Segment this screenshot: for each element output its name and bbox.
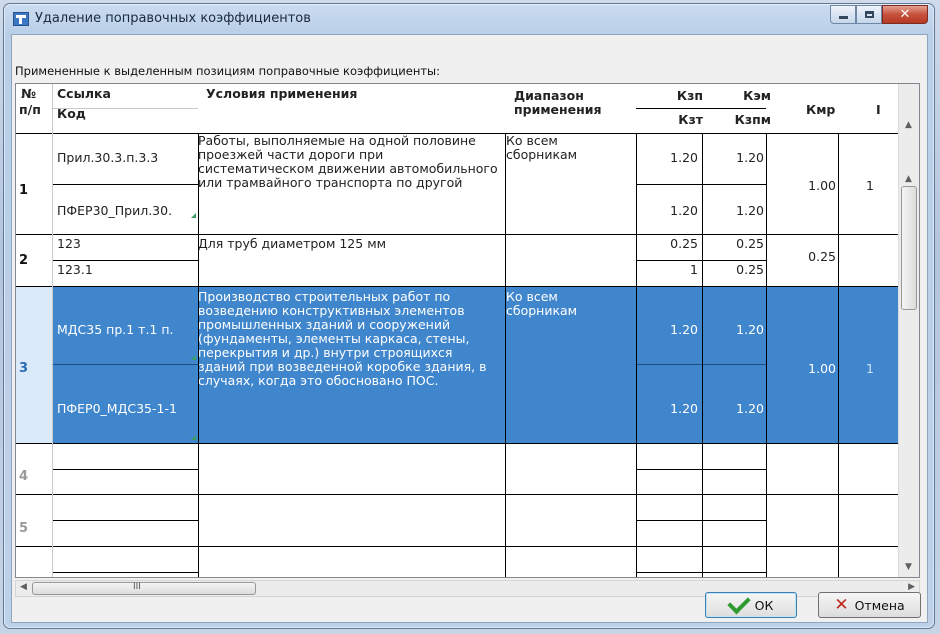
dialog-client-area: Примененные к выделенным позициям поправ… bbox=[11, 34, 928, 623]
grid-line bbox=[636, 572, 766, 573]
grid-line bbox=[636, 469, 766, 470]
vertical-scroll-thumb[interactable] bbox=[901, 186, 917, 310]
cell-link[interactable]: Прил.30.3.п.3.3 bbox=[57, 151, 158, 165]
header-no[interactable]: № bbox=[21, 87, 36, 101]
grid-line bbox=[636, 260, 766, 261]
row-number[interactable]: 5 bbox=[19, 522, 28, 536]
cell-link[interactable]: МДС35 пр.1 т.1 п. bbox=[57, 323, 174, 337]
cell-code[interactable]: ПФЕР30_Прил.30. bbox=[57, 204, 172, 218]
cell-kzt[interactable]: 1.20 bbox=[638, 204, 698, 218]
grid-line bbox=[636, 364, 766, 365]
scroll-left-icon[interactable]: ◀ bbox=[20, 582, 27, 592]
grid-line bbox=[636, 184, 766, 185]
cell-link[interactable]: 123 bbox=[57, 237, 81, 251]
header-range-2[interactable]: применения bbox=[514, 103, 602, 117]
scroll-right-icon[interactable]: ▶ bbox=[908, 582, 915, 592]
maximize-icon bbox=[864, 11, 874, 18]
scroll-down-icon[interactable]: ▼ bbox=[905, 562, 912, 572]
grid-line bbox=[53, 469, 198, 470]
edit-marker-icon bbox=[191, 435, 196, 440]
cell-conditions[interactable]: Работы, выполняемые на одной половине пр… bbox=[198, 134, 503, 190]
row-number[interactable]: 2 bbox=[19, 254, 28, 268]
grid-line bbox=[52, 84, 53, 577]
row-number[interactable]: 4 bbox=[19, 470, 28, 484]
grid-line bbox=[838, 133, 839, 577]
row-number[interactable]: 1 bbox=[19, 184, 28, 198]
minimize-button[interactable] bbox=[830, 5, 856, 24]
horizontal-scroll-thumb[interactable]: III bbox=[32, 582, 256, 595]
grid-line bbox=[53, 108, 198, 109]
header-kzpm[interactable]: Кзпм bbox=[709, 113, 771, 127]
grid-header: № п/п Ссылка Код Условия применения Диап… bbox=[16, 84, 898, 134]
cell-kmr[interactable]: 1.00 bbox=[776, 179, 836, 193]
scroll-up-icon[interactable]: ▲ bbox=[905, 120, 912, 130]
header-range[interactable]: Диапазон bbox=[514, 89, 584, 103]
grid-caption: Примененные к выделенным позициям поправ… bbox=[15, 64, 441, 78]
title-bar: Удаление поправочных коэффициентов ✕ bbox=[4, 4, 934, 34]
scroll-up-icon[interactable]: ▲ bbox=[905, 174, 912, 184]
minimize-icon bbox=[838, 16, 848, 19]
header-link[interactable]: Ссылка bbox=[57, 87, 111, 101]
vertical-scrollbar[interactable]: ▲ ▲ ▼ bbox=[898, 84, 919, 577]
cell-kem[interactable]: 0.25 bbox=[704, 237, 764, 251]
grid-line bbox=[636, 108, 766, 109]
checkmark-icon bbox=[726, 590, 751, 614]
cell-kzt[interactable]: 1 bbox=[638, 263, 698, 277]
header-kmr[interactable]: Кмр bbox=[806, 103, 835, 117]
cell-kzpm[interactable]: 0.25 bbox=[704, 263, 764, 277]
header-more[interactable]: I bbox=[876, 103, 881, 117]
cell-code[interactable]: 123.1 bbox=[57, 263, 93, 277]
header-kzp[interactable]: Кзп bbox=[646, 89, 703, 103]
grid-line bbox=[636, 520, 766, 521]
cell-range[interactable]: Ко всем сборникам bbox=[506, 290, 626, 318]
cell-kmr[interactable]: 1.00 bbox=[776, 362, 836, 376]
grid-line bbox=[702, 133, 703, 577]
grid-line bbox=[636, 133, 637, 577]
maximize-button[interactable] bbox=[856, 5, 882, 24]
cell-more[interactable]: 1 bbox=[866, 362, 874, 376]
cancel-button-label: Отмена bbox=[854, 597, 905, 613]
cell-kzp[interactable]: 1.20 bbox=[638, 151, 698, 165]
scroll-grip-icon: III bbox=[133, 582, 141, 592]
cell-range[interactable]: Ко всем сборникам bbox=[506, 134, 626, 162]
cell-kmr[interactable]: 0.25 bbox=[776, 250, 836, 264]
app-icon bbox=[13, 12, 29, 26]
close-button[interactable]: ✕ bbox=[882, 5, 928, 24]
cell-kzp[interactable]: 1.20 bbox=[638, 323, 698, 337]
grid-line bbox=[53, 572, 198, 573]
cell-more[interactable]: 1 bbox=[866, 179, 874, 193]
cell-kem[interactable]: 1.20 bbox=[704, 323, 764, 337]
header-kzt[interactable]: Кзт bbox=[646, 113, 703, 127]
edit-marker-icon bbox=[191, 355, 196, 360]
cell-kzpm[interactable]: 1.20 bbox=[704, 402, 764, 416]
grid-line bbox=[766, 133, 767, 577]
cell-conditions[interactable]: Для труб диаметром 125 мм bbox=[198, 237, 386, 251]
ok-button[interactable]: ОК bbox=[705, 590, 797, 618]
cross-icon: ✕ bbox=[834, 594, 849, 615]
grid-line bbox=[53, 520, 198, 521]
window-title: Удаление поправочных коэффициентов bbox=[35, 11, 311, 26]
coefficients-grid[interactable]: № п/п Ссылка Код Условия применения Диап… bbox=[15, 83, 920, 578]
edit-marker-icon bbox=[191, 213, 196, 218]
grid-line bbox=[53, 260, 198, 261]
dialog-window: Удаление поправочных коэффициентов ✕ При… bbox=[3, 3, 935, 629]
cell-conditions[interactable]: Производство строительных работ по возве… bbox=[198, 290, 503, 388]
cell-code[interactable]: ПФЕР0_МДС35-1-1 bbox=[57, 402, 177, 416]
grid-line bbox=[198, 133, 199, 577]
grid-line bbox=[53, 364, 198, 365]
grid-line bbox=[53, 184, 198, 185]
header-no-pp[interactable]: п/п bbox=[19, 103, 41, 117]
close-icon: ✕ bbox=[899, 7, 911, 22]
header-kem[interactable]: Кэм bbox=[709, 89, 771, 103]
cell-kzpm[interactable]: 1.20 bbox=[704, 204, 764, 218]
cell-kzp[interactable]: 0.25 bbox=[638, 237, 698, 251]
row-number[interactable]: 3 bbox=[19, 362, 28, 376]
header-conditions[interactable]: Условия применения bbox=[206, 87, 357, 101]
cancel-button[interactable]: ✕ Отмена bbox=[818, 592, 921, 618]
cell-kzt[interactable]: 1.20 bbox=[638, 402, 698, 416]
grid-line bbox=[505, 133, 506, 577]
cell-kem[interactable]: 1.20 bbox=[704, 151, 764, 165]
header-code[interactable]: Код bbox=[57, 107, 86, 121]
ok-button-label: ОК bbox=[754, 597, 774, 613]
